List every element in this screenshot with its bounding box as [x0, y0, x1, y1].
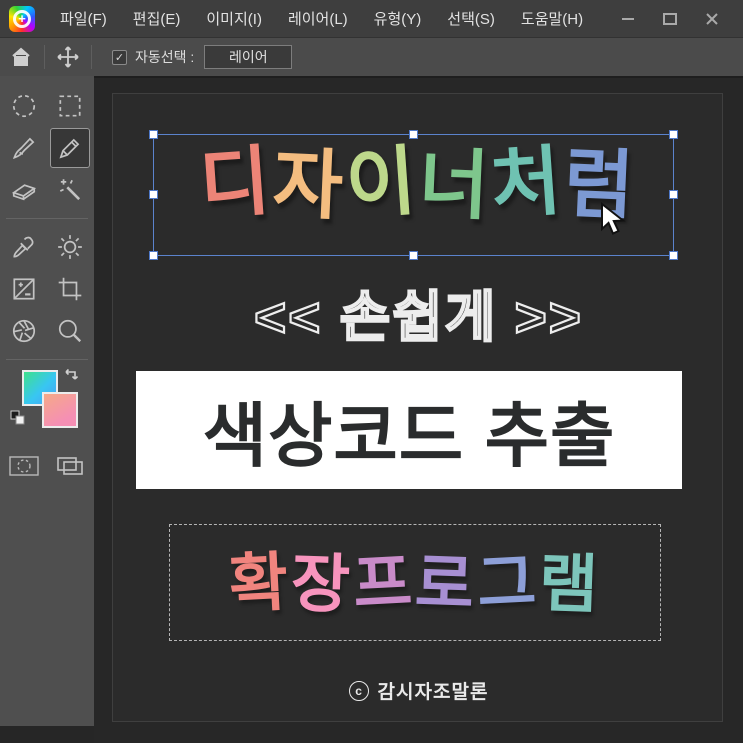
logo-plus: +	[18, 11, 26, 26]
menu-layer[interactable]: 레이어(L)	[275, 0, 361, 38]
menu-help[interactable]: 도움말(H)	[508, 0, 596, 38]
selection-handle[interactable]	[149, 190, 158, 199]
toolbar-separator	[44, 45, 45, 69]
banner-text: 색상코드 추출	[202, 396, 616, 475]
banner-strip[interactable]: 색상코드 추출	[136, 371, 682, 489]
rect-select-icon[interactable]	[50, 86, 90, 126]
selection-handle[interactable]	[408, 251, 418, 260]
aperture-icon[interactable]	[4, 311, 44, 351]
eraser-icon[interactable]	[4, 170, 44, 210]
magic-wand-icon[interactable]	[50, 170, 90, 210]
extension-text: 확장프로그램	[227, 544, 602, 621]
tool-sidebar	[0, 76, 94, 726]
vignette-select-icon[interactable]	[8, 454, 40, 483]
brightness-icon[interactable]	[50, 227, 90, 267]
menu-select[interactable]: 선택(S)	[434, 0, 508, 38]
crop-icon[interactable]	[50, 269, 90, 309]
swap-colors-icon[interactable]	[62, 366, 82, 391]
selection-handle[interactable]	[408, 130, 418, 139]
check-icon: ✓	[114, 51, 125, 64]
window-controls	[611, 4, 743, 34]
maximize-icon[interactable]	[653, 4, 687, 34]
toolbar-separator	[91, 45, 92, 69]
brush-icon[interactable]	[4, 128, 44, 168]
colored-letter: 장	[289, 546, 355, 621]
colored-letter: 그	[475, 544, 541, 621]
menu-type[interactable]: 유형(Y)	[361, 0, 435, 38]
work-area: 디자이너처럼 << 손쉽게 >> 색상코드 추출 확장프로그램 c 감시자조말론	[94, 76, 743, 743]
zoom-icon[interactable]	[50, 311, 90, 351]
background-color-swatch[interactable]	[42, 392, 78, 428]
auto-select-checkbox[interactable]: ✓	[112, 49, 127, 65]
app-window: + 파일(F) 편집(E) 이미지(I) 레이어(L) 유형(Y) 선택(S) …	[0, 0, 743, 743]
colored-letter: 확	[227, 544, 294, 621]
app-logo-icon: +	[9, 5, 35, 32]
default-colors-icon[interactable]	[10, 410, 26, 431]
layer-dropdown-value: 레이어	[228, 49, 268, 65]
sidebar-divider	[6, 359, 88, 360]
credit-line: c 감시자조말론	[113, 677, 722, 704]
move-tool-icon[interactable]	[53, 45, 83, 69]
minimize-icon[interactable]	[611, 4, 645, 34]
subtitle-outline-text[interactable]: << 손쉽게 >>	[113, 272, 722, 352]
colored-letter: 로	[413, 546, 479, 621]
colored-letter: 램	[537, 546, 602, 621]
selection-handle[interactable]	[669, 190, 678, 199]
extension-dashed-box[interactable]: 확장프로그램	[169, 524, 661, 641]
menu-bar: + 파일(F) 편집(E) 이미지(I) 레이어(L) 유형(Y) 선택(S) …	[0, 0, 743, 38]
exposure-icon[interactable]	[4, 269, 44, 309]
menu-file[interactable]: 파일(F)	[47, 0, 120, 38]
duplicate-icon[interactable]	[54, 454, 86, 483]
selection-handle[interactable]	[669, 130, 678, 139]
layer-dropdown[interactable]: 레이어	[204, 45, 293, 69]
auto-select-label: 자동선택 :	[135, 49, 195, 65]
mouse-cursor-icon	[599, 201, 629, 243]
color-swatches	[0, 368, 94, 438]
copyright-icon: c	[348, 680, 369, 701]
sidebar-divider	[6, 218, 88, 219]
pencil-icon[interactable]	[50, 128, 90, 168]
selection-handle[interactable]	[669, 251, 678, 260]
close-icon[interactable]	[695, 4, 729, 34]
colored-letter: 프	[351, 544, 417, 621]
options-toolbar: ✓ 자동선택 : 레이어	[0, 38, 743, 76]
selection-handle[interactable]	[149, 130, 158, 139]
canvas[interactable]: 디자이너처럼 << 손쉽게 >> 색상코드 추출 확장프로그램 c 감시자조말론	[112, 93, 723, 722]
ellipse-select-icon[interactable]	[4, 86, 44, 126]
home-icon[interactable]	[6, 45, 36, 69]
selection-bounding-box[interactable]	[149, 130, 678, 260]
eyedropper-icon[interactable]	[4, 227, 44, 267]
credit-name: 감시자조말론	[377, 682, 489, 703]
menu-edit[interactable]: 편집(E)	[120, 0, 194, 38]
menu-image[interactable]: 이미지(I)	[193, 0, 275, 38]
selection-handle[interactable]	[149, 251, 158, 260]
